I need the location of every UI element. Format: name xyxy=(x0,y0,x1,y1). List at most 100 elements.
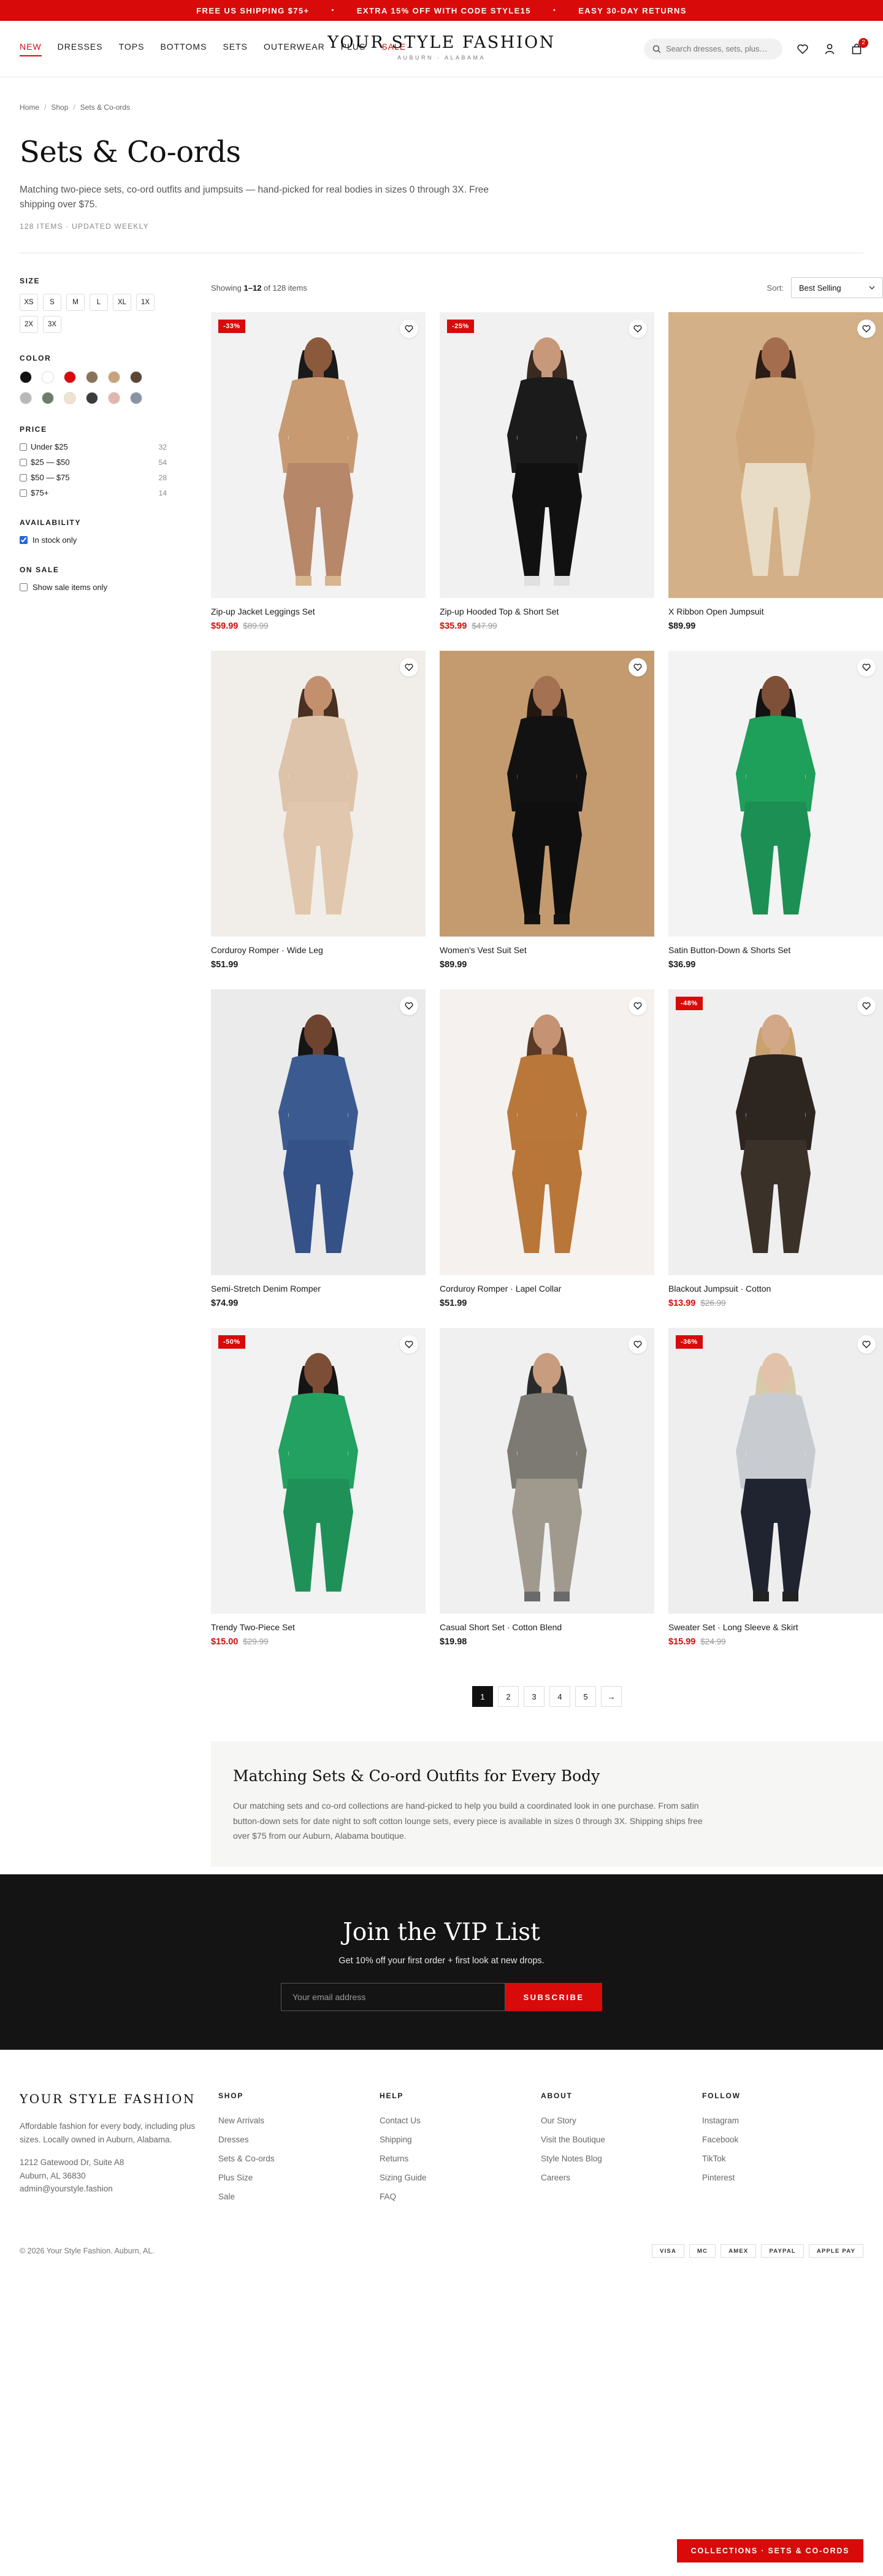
sort-select[interactable]: Best Selling xyxy=(791,277,883,299)
wishlist-toggle[interactable] xyxy=(857,997,876,1016)
footer-logo[interactable]: YOUR STYLE FASHION xyxy=(20,2091,218,2106)
product-card[interactable]: Casual Short Set · Cotton Blend $19.98 xyxy=(440,1328,654,1647)
subscribe-button[interactable]: SUBSCRIBE xyxy=(505,1983,602,2011)
wishlist-toggle[interactable] xyxy=(629,997,647,1016)
product-name[interactable]: Corduroy Romper · Wide Leg xyxy=(211,945,426,955)
collections-sticky-button[interactable]: COLLECTIONS · SETS & CO-ORDS xyxy=(677,2539,863,2563)
wishlist-toggle[interactable] xyxy=(629,658,647,677)
size-option[interactable]: L xyxy=(90,294,108,312)
size-option[interactable]: 2X xyxy=(20,316,38,334)
nav-link-dresses[interactable]: DRESSES xyxy=(58,42,103,56)
page-4-button[interactable]: 4 xyxy=(549,1686,570,1708)
color-swatch[interactable] xyxy=(108,392,120,405)
price-option[interactable]: $75+ 14 xyxy=(20,488,167,497)
product-image[interactable] xyxy=(668,312,883,599)
color-swatch[interactable] xyxy=(42,371,54,384)
contact-email[interactable]: admin@yourstyle.fashion xyxy=(20,2184,113,2193)
product-card[interactable]: Women's Vest Suit Set $89.99 xyxy=(440,651,654,970)
footer-link[interactable]: Plus Size xyxy=(218,2173,380,2182)
breadcrumb-home[interactable]: Home xyxy=(20,103,39,112)
product-image[interactable] xyxy=(440,1328,654,1614)
product-name[interactable]: Semi-Stretch Denim Romper xyxy=(211,1284,426,1294)
price-checkbox[interactable] xyxy=(20,489,27,497)
price-checkbox[interactable] xyxy=(20,458,27,466)
size-option[interactable]: XL xyxy=(113,294,131,312)
footer-link[interactable]: Instagram xyxy=(702,2116,863,2125)
footer-link[interactable]: Sizing Guide xyxy=(380,2173,541,2182)
product-image[interactable] xyxy=(211,651,426,937)
product-image[interactable]: -25% xyxy=(440,312,654,599)
footer-link[interactable]: New Arrivals xyxy=(218,2116,380,2125)
sale-option[interactable]: Show sale items only xyxy=(20,583,167,592)
page-1-button[interactable]: 1 xyxy=(472,1686,493,1708)
color-swatch[interactable] xyxy=(86,371,98,384)
color-swatch[interactable] xyxy=(20,371,32,384)
search-box[interactable] xyxy=(644,38,782,59)
product-card[interactable]: -48% Blackout Jumpsuit · Cotton $13.99 $26.… xyxy=(668,989,883,1308)
wishlist-toggle[interactable] xyxy=(857,658,876,677)
page-2-button[interactable]: 2 xyxy=(498,1686,519,1708)
product-name[interactable]: Satin Button-Down & Shorts Set xyxy=(668,945,883,955)
footer-link[interactable]: Dresses xyxy=(218,2135,380,2144)
product-image[interactable]: -48% xyxy=(668,989,883,1276)
product-image[interactable]: -33% xyxy=(211,312,426,599)
color-swatch[interactable] xyxy=(108,371,120,384)
size-option[interactable]: XS xyxy=(20,294,38,312)
account-button[interactable] xyxy=(823,42,836,56)
color-swatch[interactable] xyxy=(42,392,54,405)
color-swatch[interactable] xyxy=(20,392,32,405)
color-swatch[interactable] xyxy=(130,371,142,384)
footer-link[interactable]: Pinterest xyxy=(702,2173,863,2182)
product-name[interactable]: Corduroy Romper · Lapel Collar xyxy=(440,1284,654,1294)
size-option[interactable]: M xyxy=(66,294,85,312)
site-logo[interactable]: YOUR STYLE FASHION AUBURN · ALABAMA xyxy=(327,33,556,61)
product-card[interactable]: Corduroy Romper · Wide Leg $51.99 xyxy=(211,651,426,970)
price-option[interactable]: Under $25 32 xyxy=(20,442,167,451)
nav-link-new[interactable]: NEW xyxy=(20,42,42,56)
next-page-button[interactable]: → xyxy=(601,1686,622,1708)
search-input[interactable] xyxy=(666,44,770,53)
wishlist-toggle[interactable] xyxy=(400,1335,418,1354)
size-option[interactable]: 3X xyxy=(43,316,61,334)
nav-link-sets[interactable]: SETS xyxy=(223,42,248,56)
product-card[interactable]: -25% Zip-up Hooded Top & Short Set $35.99 $… xyxy=(440,312,654,631)
product-card[interactable]: Satin Button-Down & Shorts Set $36.99 xyxy=(668,651,883,970)
color-swatch[interactable] xyxy=(86,392,98,405)
product-card[interactable]: Semi-Stretch Denim Romper $74.99 xyxy=(211,989,426,1308)
wishlist-toggle[interactable] xyxy=(857,1335,876,1354)
product-name[interactable]: X Ribbon Open Jumpsuit xyxy=(668,607,883,616)
footer-link[interactable]: Careers xyxy=(541,2173,702,2182)
nav-link-outerwear[interactable]: OUTERWEAR xyxy=(264,42,325,56)
nav-link-tops[interactable]: TOPS xyxy=(119,42,145,56)
nav-link-bottoms[interactable]: BOTTOMS xyxy=(160,42,207,56)
color-swatch[interactable] xyxy=(130,392,142,405)
product-name[interactable]: Sweater Set · Long Sleeve & Skirt xyxy=(668,1622,883,1632)
footer-link[interactable]: Returns xyxy=(380,2154,541,2163)
footer-link[interactable]: TikTok xyxy=(702,2154,863,2163)
product-image[interactable]: -50% xyxy=(211,1328,426,1614)
footer-link[interactable]: Visit the Boutique xyxy=(541,2135,702,2144)
product-card[interactable]: -33% Zip-up Jacket Leggings Set $59.99 $89.… xyxy=(211,312,426,631)
page-5-button[interactable]: 5 xyxy=(575,1686,596,1708)
price-option[interactable]: $25 — $50 54 xyxy=(20,458,167,467)
color-swatch[interactable] xyxy=(64,392,76,405)
product-card[interactable]: X Ribbon Open Jumpsuit $89.99 xyxy=(668,312,883,631)
product-name[interactable]: Zip-up Hooded Top & Short Set xyxy=(440,607,654,616)
footer-link[interactable]: Shipping xyxy=(380,2135,541,2144)
footer-link[interactable]: Sale xyxy=(218,2192,380,2201)
in-stock-checkbox[interactable] xyxy=(20,536,28,545)
page-3-button[interactable]: 3 xyxy=(524,1686,545,1708)
footer-link[interactable]: Sets & Co-ords xyxy=(218,2154,380,2163)
sale-only-checkbox[interactable] xyxy=(20,583,28,592)
price-checkbox[interactable] xyxy=(20,443,27,451)
price-checkbox[interactable] xyxy=(20,473,27,481)
product-name[interactable]: Blackout Jumpsuit · Cotton xyxy=(668,1284,883,1294)
price-option[interactable]: $50 — $75 28 xyxy=(20,473,167,482)
wishlist-toggle[interactable] xyxy=(400,658,418,677)
product-name[interactable]: Casual Short Set · Cotton Blend xyxy=(440,1622,654,1632)
availability-option[interactable]: In stock only xyxy=(20,535,167,545)
wishlist-toggle[interactable] xyxy=(857,320,876,339)
footer-link[interactable]: Contact Us xyxy=(380,2116,541,2125)
footer-link[interactable]: Style Notes Blog xyxy=(541,2154,702,2163)
color-swatch[interactable] xyxy=(64,371,76,384)
